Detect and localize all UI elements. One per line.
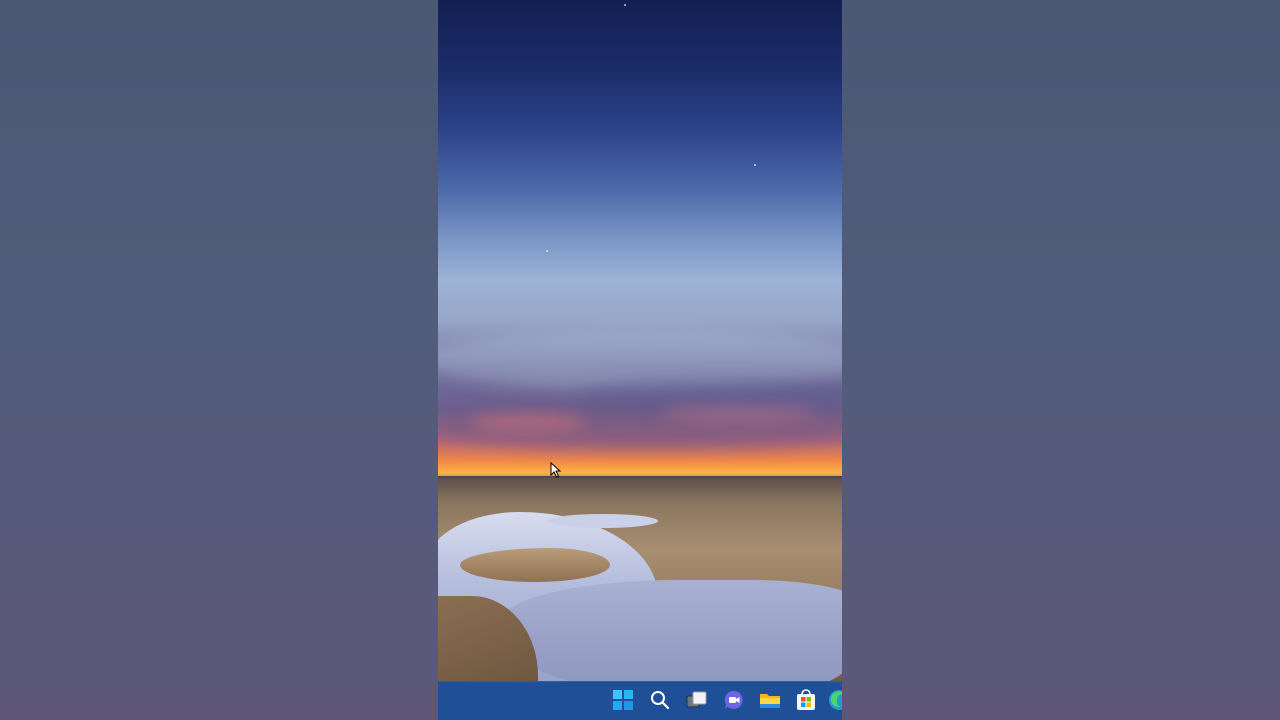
windows-logo-icon [613, 690, 633, 714]
wallpaper-water [498, 580, 842, 690]
wallpaper-marsh [460, 548, 610, 582]
task-view-icon [686, 690, 708, 714]
star [546, 250, 548, 252]
arrow-cursor-icon [550, 461, 562, 478]
edge-icon [828, 689, 842, 715]
search-button[interactable] [646, 688, 674, 716]
taskbar [438, 681, 842, 720]
star [624, 4, 626, 6]
chat-button[interactable] [720, 688, 748, 716]
desktop-screen [438, 0, 842, 720]
file-explorer-button[interactable] [756, 688, 784, 716]
teams-chat-icon [723, 689, 745, 715]
folder-icon [759, 690, 781, 714]
microsoft-store-button[interactable] [792, 688, 820, 716]
store-icon [795, 689, 817, 715]
task-view-button[interactable] [683, 688, 711, 716]
start-button[interactable] [609, 688, 637, 716]
search-icon [650, 690, 670, 714]
wallpaper-water [548, 514, 658, 528]
edge-button[interactable] [828, 688, 842, 716]
star [754, 164, 756, 166]
